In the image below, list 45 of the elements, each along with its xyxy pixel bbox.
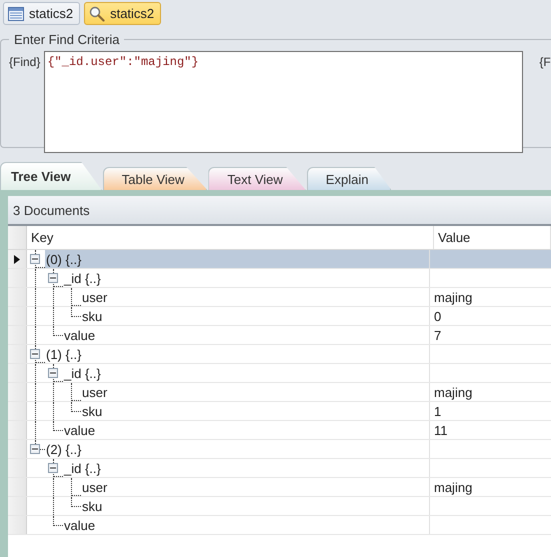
find-label: {Find}	[9, 54, 40, 71]
key-cell-text: sku	[81, 402, 104, 420]
key-cell-text: _id {..}	[63, 460, 102, 477]
key-cell-text: sku	[81, 308, 104, 325]
value-cell-text: 1	[433, 402, 442, 420]
collapse-toggle[interactable]	[48, 463, 58, 473]
key-cell-text: user	[81, 384, 108, 401]
collapse-toggle[interactable]	[30, 349, 40, 359]
table-icon	[8, 6, 24, 20]
key-cell-text: _id {..}	[63, 270, 102, 287]
column-header[interactable]: Value	[434, 226, 551, 249]
find-input-field[interactable]: {"_id.user":"majing"}	[44, 51, 524, 153]
key-cell-text: (2) {..}	[45, 440, 82, 458]
value-cell-text: majing	[433, 478, 474, 496]
key-cell-text: sku	[81, 498, 104, 515]
row-header[interactable]	[8, 250, 27, 268]
value-cell-text: 11	[433, 422, 448, 439]
value-cell-text: majing	[433, 384, 474, 401]
collapse-toggle[interactable]	[30, 254, 40, 264]
key-cell-text: value	[63, 516, 96, 534]
key-cell-text: value	[63, 422, 96, 439]
key-cell-text: user	[81, 288, 108, 306]
key-cell-text: value	[63, 326, 96, 344]
column-header[interactable]: Key	[27, 226, 434, 249]
collapse-toggle[interactable]	[48, 368, 58, 378]
key-cell-text: user	[81, 478, 108, 496]
collapse-toggle[interactable]	[30, 444, 40, 454]
view-tab[interactable]: Tree View	[0, 162, 102, 190]
search-icon	[89, 6, 106, 22]
query-tab[interactable]: statics2	[3, 2, 80, 25]
collapse-toggle[interactable]	[48, 273, 58, 283]
value-cell-text: 0	[433, 308, 442, 325]
current-row-icon	[14, 254, 20, 264]
key-cell-text: (1) {..}	[45, 346, 82, 363]
key-cell: (0) {..}	[45, 250, 429, 268]
view-tab[interactable]: Text View	[208, 167, 306, 190]
key-cell-text: _id {..}	[63, 364, 102, 382]
value-cell-text: majing	[433, 288, 474, 306]
field-label: {F	[538, 54, 551, 71]
query-tab[interactable]: statics2	[84, 2, 162, 25]
view-tab[interactable]: Explain	[306, 167, 392, 190]
value-cell-text: 7	[433, 326, 442, 344]
group-title: Enter Find Criteria	[13, 32, 120, 47]
view-tab[interactable]: Table View	[102, 167, 208, 190]
document-count: 3 Documents	[8, 196, 551, 226]
